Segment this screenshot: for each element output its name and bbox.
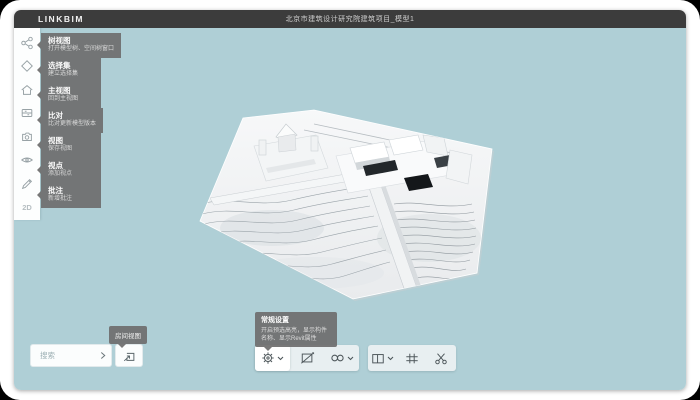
item-desc: 新增批注: [48, 195, 94, 203]
chevron-right-icon[interactable]: [100, 351, 106, 360]
chevron-down-icon: [277, 356, 284, 361]
chevron-down-icon: [347, 356, 354, 361]
settings-tooltip-desc: 开启预选高亮，显示构件名称、显示Revit属性: [261, 327, 331, 343]
item-desc: 比对更新模型版本: [48, 120, 96, 128]
item-desc: 建立选择集: [48, 70, 94, 78]
roam-button[interactable]: [324, 345, 359, 371]
section-cut-button[interactable]: [427, 345, 456, 371]
measure-button[interactable]: [290, 345, 325, 371]
tree-icon[interactable]: [16, 31, 38, 55]
room-view-tooltip-text: 房间视图: [115, 333, 141, 340]
2d-label: 2D: [22, 203, 32, 212]
home-icon[interactable]: [16, 78, 38, 102]
settings-gear-icon: [261, 351, 275, 365]
item-desc: 添加视点: [48, 170, 94, 178]
item-desc: 保存视图: [48, 145, 94, 153]
room-view-icon: [122, 349, 137, 363]
item-label: 视图: [48, 136, 94, 145]
search-box[interactable]: [30, 344, 112, 367]
split-view-icon: [371, 352, 385, 365]
item-label: 树视图: [48, 36, 114, 45]
sidebar-item-selection-set[interactable]: 选择集 建立选择集: [41, 58, 101, 83]
sidebar-item-viewpoint[interactable]: 视点 添加视点: [41, 158, 101, 183]
item-label: 批注: [48, 186, 94, 195]
sidebar-item-main-view[interactable]: 主视图 回到主视图: [41, 83, 101, 108]
viewport-3d[interactable]: 2D 树视图 打开模型树、空间树窗口 选择集 建立选择集 主视图 回到主视图 比…: [14, 28, 686, 390]
app-window: LINKBIM 北京市建筑设计研究院建筑项目_模型1: [14, 10, 686, 390]
annotate-icon[interactable]: [16, 172, 38, 196]
split-view-button[interactable]: [368, 345, 397, 371]
chevron-down-icon: [387, 356, 394, 361]
sidebar-item-annotate[interactable]: 批注 新增批注: [41, 183, 101, 208]
2d-view-icon[interactable]: 2D: [16, 196, 38, 220]
item-desc: 打开模型树、空间树窗口: [48, 45, 114, 53]
saved-view-icon[interactable]: [16, 125, 38, 149]
section-cut-icon: [434, 352, 448, 365]
selection-set-icon[interactable]: [16, 55, 38, 79]
item-label: 比对: [48, 111, 96, 120]
search-input[interactable]: [38, 350, 100, 361]
grid-axes-button[interactable]: [397, 345, 426, 371]
item-label: 选择集: [48, 61, 94, 70]
settings-tooltip-title: 常规设置: [261, 316, 331, 325]
roam-icon: [330, 352, 345, 364]
grid-axes-icon: [405, 352, 419, 365]
settings-tooltip: 常规设置 开启预选高亮，显示构件名称、显示Revit属性: [255, 312, 337, 347]
sidebar-item-view[interactable]: 视图 保存视图: [41, 133, 101, 158]
room-view-tooltip: 房间视图: [109, 326, 147, 344]
sidebar-item-tree-view[interactable]: 树视图 打开模型树、空间树窗口: [41, 33, 121, 58]
compare-icon[interactable]: [16, 102, 38, 126]
item-label: 主视图: [48, 86, 94, 95]
document-title: 北京市建筑设计研究院建筑项目_模型1: [14, 14, 686, 24]
screen-frame: LINKBIM 北京市建筑设计研究院建筑项目_模型1: [0, 0, 700, 400]
toolbar-view-tools: [368, 345, 456, 371]
item-label: 视点: [48, 161, 94, 170]
measure-slash-icon: [300, 351, 315, 365]
item-desc: 回到主视图: [48, 95, 94, 103]
viewpoint-icon[interactable]: [16, 149, 38, 173]
title-bar: LINKBIM 北京市建筑设计研究院建筑项目_模型1: [14, 10, 686, 28]
sidebar-item-compare[interactable]: 比对 比对更新模型版本: [41, 108, 103, 133]
settings-gear-button[interactable]: [255, 345, 290, 371]
